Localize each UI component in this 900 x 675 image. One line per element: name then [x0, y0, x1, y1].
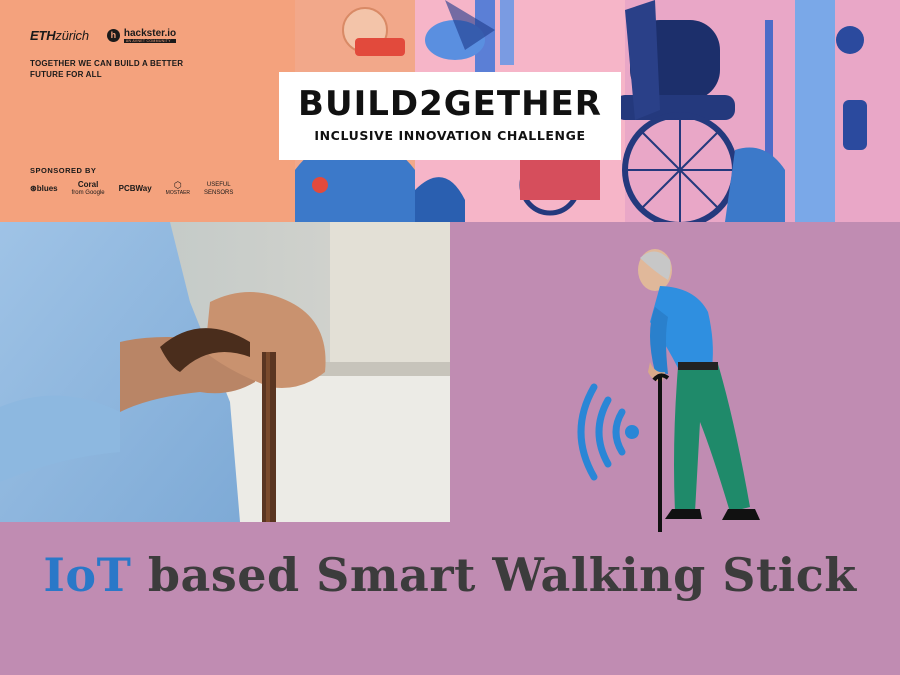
tagline: TOGETHER WE CAN BUILD A BETTER FUTURE FO…	[30, 59, 184, 79]
elderly-man-illustration	[450, 222, 900, 537]
walking-stick	[658, 377, 662, 537]
sponsored-label: SPONSORED BY	[30, 166, 97, 175]
hackster-icon: h	[106, 29, 120, 42]
hackster-logo: h hackster.io AN AVNET COMMUNITY	[106, 28, 177, 43]
mostaer-logo: ⬡ MOSTAER	[165, 180, 191, 197]
heading-iot: IoT	[43, 548, 132, 602]
coral-logo: Coral from Google	[71, 180, 105, 197]
eth-zurich-logo: ETHzürich	[30, 28, 89, 43]
banner-info: ETHzürich h hackster.io AN AVNET COMMUNI…	[0, 0, 300, 222]
wifi-signal-icon	[577, 383, 639, 481]
page-heading: IoT based Smart Walking Stick	[0, 548, 900, 602]
elderly-man	[638, 249, 760, 537]
hero-banner: BUILD2GETHER INCLUSIVE INNOVATION CHALLE…	[0, 0, 900, 222]
challenge-title: BUILD2GETHER	[298, 84, 602, 124]
pcbway-logo: PCBWay	[118, 184, 152, 193]
cane-photo	[0, 222, 450, 522]
hand-on-cane-image	[0, 222, 450, 522]
blues-logo: ⊛blues	[30, 184, 58, 193]
challenge-subtitle: INCLUSIVE INNOVATION CHALLENGE	[314, 128, 586, 143]
sponsor-logos: ⊛blues Coral from Google PCBWay ⬡ MOSTAE…	[30, 181, 233, 197]
useful-sensors-logo: USEFUL SENSORS	[204, 182, 234, 196]
partner-logos: ETHzürich h hackster.io AN AVNET COMMUNI…	[30, 28, 177, 43]
heading-rest: based Smart Walking Stick	[131, 548, 857, 602]
title-card: BUILD2GETHER INCLUSIVE INNOVATION CHALLE…	[279, 72, 621, 160]
